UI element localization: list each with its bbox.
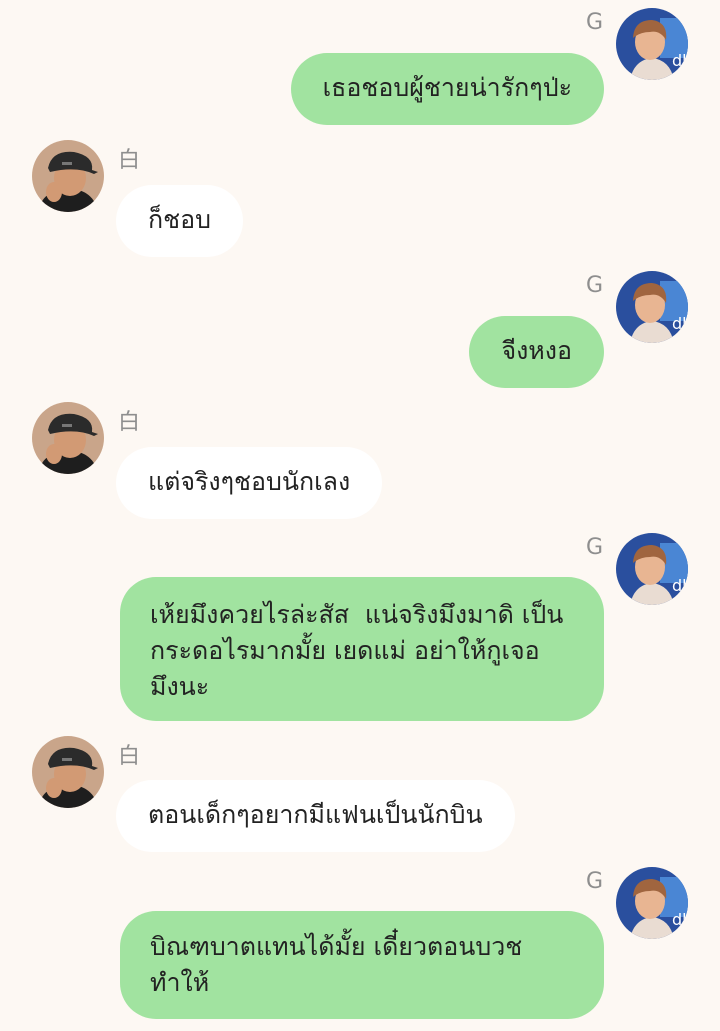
message-row: 白 แต่จริงๆชอบนักเลง (0, 402, 720, 522)
sender-name: 白 (118, 744, 141, 769)
message-row: G บิณฑบาตแทนได้มั้ย เดี๋ยวตอนบวช ทำให้ (0, 859, 720, 1031)
message-bubble[interactable]: เธอชอบผู้ชายน่ารักๆป่ะ (290, 53, 604, 125)
message-bubble[interactable]: แต่จริงๆชอบนักเลง (116, 447, 383, 519)
message-row: G เห้ยมึงควยไรล่ะสัส แน่จริงมึงมาดิ เป็น… (0, 525, 720, 725)
avatar-bai-photo[interactable] (32, 736, 104, 808)
message-bubble[interactable]: จีงหงอ (469, 316, 604, 388)
avatar-g-photo[interactable] (616, 533, 688, 605)
avatar-bai-photo[interactable] (32, 140, 104, 212)
chat-view: G เธอชอบผู้ชายน่ารักๆป่ะ 白 ก็ชอบ G จีงหง… (0, 0, 720, 1031)
avatar-g-photo[interactable] (616, 8, 688, 80)
message-bubble[interactable]: เห้ยมึงควยไรล่ะสัส แน่จริงมึงมาดิ เป็น ก… (120, 577, 604, 721)
avatar-bai-photo[interactable] (32, 402, 104, 474)
message-bubble[interactable]: ตอนเด็กๆอยากมีแฟนเป็นนักบิน (116, 780, 515, 852)
avatar-g-photo[interactable] (616, 271, 688, 343)
sender-name: 白 (118, 410, 141, 435)
sender-name: 白 (118, 148, 141, 173)
sender-name: G (586, 535, 604, 560)
message-row: G เธอชอบผู้ชายน่ารักๆป่ะ (0, 0, 720, 130)
avatar-g-photo[interactable] (616, 867, 688, 939)
message-bubble[interactable]: ก็ชอบ (116, 185, 243, 257)
message-row: 白 ก็ชอบ (0, 140, 720, 260)
message-row: 白 ตอนเด็กๆอยากมีแฟนเป็นนักบิน (0, 736, 720, 856)
sender-name: G (586, 10, 604, 35)
message-bubble[interactable]: บิณฑบาตแทนได้มั้ย เดี๋ยวตอนบวช ทำให้ (120, 911, 604, 1019)
sender-name: G (586, 869, 604, 894)
sender-name: G (586, 273, 604, 298)
message-row: G จีงหงอ (0, 263, 720, 393)
